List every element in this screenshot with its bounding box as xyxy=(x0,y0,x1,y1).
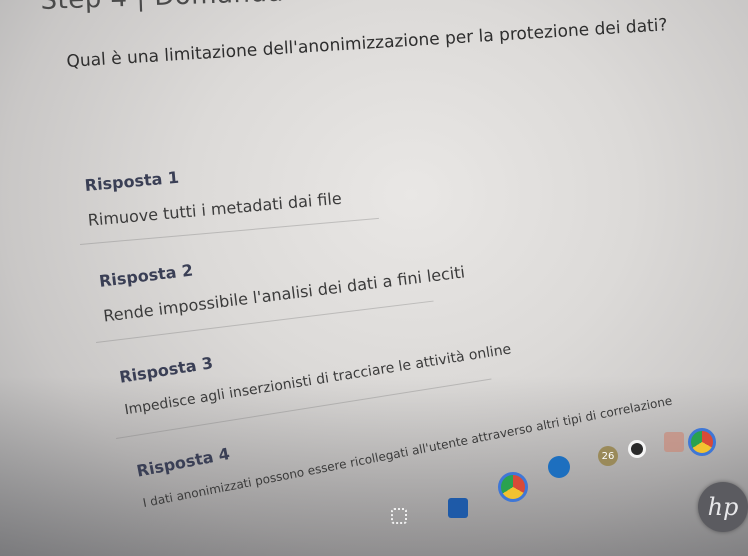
edge-icon[interactable] xyxy=(548,456,570,478)
answer-option-2[interactable]: Risposta 2 Rende impossibile l'analisi d… xyxy=(98,228,466,325)
task-view-icon[interactable] xyxy=(391,508,407,524)
answer-label: Risposta 1 xyxy=(84,167,180,195)
weather-icon[interactable]: 26 xyxy=(598,446,618,466)
weather-badge: 26 xyxy=(601,450,615,462)
chrome-icon-2[interactable] xyxy=(688,428,716,456)
question-text: Qual è una limitazione dell'anonimizzazi… xyxy=(66,15,669,72)
step-header: Step 4 | Domanda 7 di 42: xyxy=(40,0,396,16)
store-icon[interactable] xyxy=(448,498,468,518)
chrome-icon[interactable] xyxy=(498,472,528,502)
hp-logo: hp xyxy=(698,482,748,532)
notification-tile-icon xyxy=(664,432,684,452)
camera-icon[interactable] xyxy=(628,440,646,458)
answer-option-1[interactable]: Risposta 1 Rimuove tutti i metadati dai … xyxy=(84,154,342,230)
